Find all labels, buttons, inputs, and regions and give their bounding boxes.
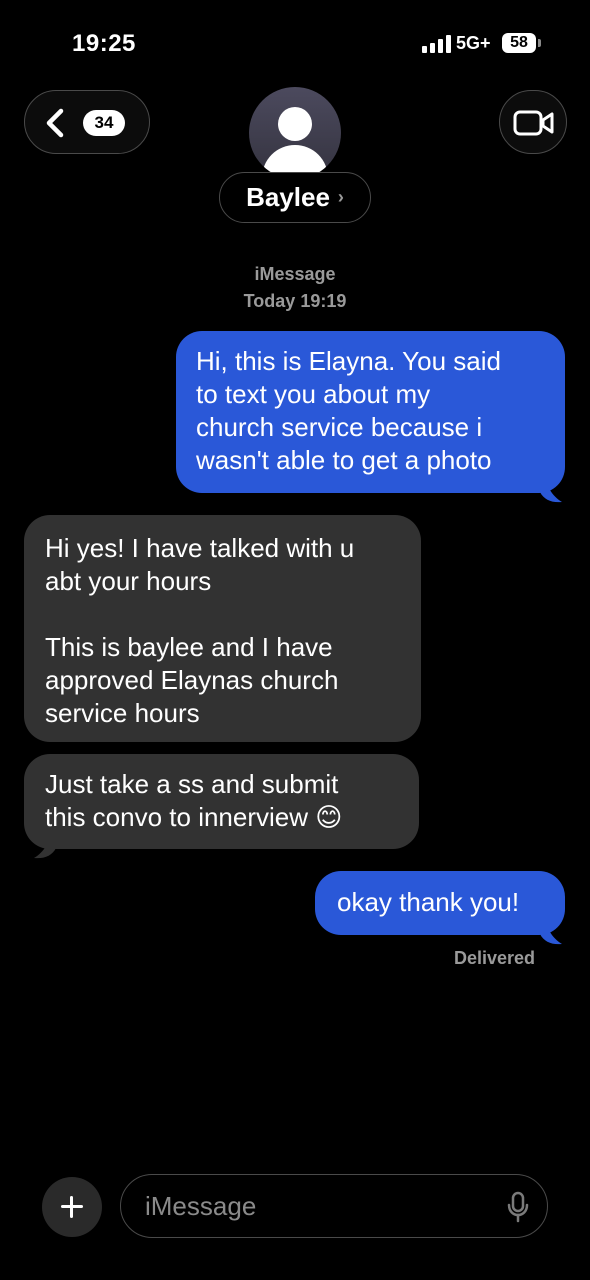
back-button[interactable]: 34 <box>24 90 150 154</box>
battery-icon: 58 <box>502 33 536 53</box>
message-input[interactable]: iMessage <box>120 1174 548 1238</box>
delivery-status: Delivered <box>453 948 535 968</box>
video-camera-icon <box>513 110 554 136</box>
network-type: 5G+ <box>456 33 491 53</box>
received-message-bubble[interactable]: Hi yes! I have talked with u abt your ho… <box>24 515 421 742</box>
sent-message-bubble[interactable]: okay thank you! <box>315 871 565 935</box>
sent-bubble-tail <box>540 914 562 945</box>
add-attachment-button[interactable] <box>42 1177 102 1237</box>
contact-name-button[interactable]: Baylee › <box>219 172 371 223</box>
received-bubble-tail <box>34 828 56 859</box>
sent-message-bubble[interactable]: Hi, this is Elayna. You said to text you… <box>176 331 565 493</box>
battery-cap <box>538 39 541 47</box>
chevron-right-icon: › <box>337 187 344 207</box>
signal-strength-icon <box>422 35 452 53</box>
chevron-left-icon <box>46 108 64 138</box>
facetime-video-button[interactable] <box>499 90 567 154</box>
microphone-icon[interactable] <box>507 1191 529 1223</box>
status-time: 19:25 <box>72 30 136 57</box>
service-label: iMessage <box>254 264 336 284</box>
conversation-timestamp: Today 19:19 <box>243 291 347 311</box>
contact-avatar[interactable] <box>249 87 341 179</box>
sent-bubble-tail <box>540 472 562 503</box>
received-message-bubble[interactable]: Just take a ss and submit this convo to … <box>24 754 419 849</box>
unread-count-badge: 34 <box>83 110 125 136</box>
message-input-placeholder: iMessage <box>145 1191 257 1221</box>
contact-name: Baylee <box>246 182 330 212</box>
